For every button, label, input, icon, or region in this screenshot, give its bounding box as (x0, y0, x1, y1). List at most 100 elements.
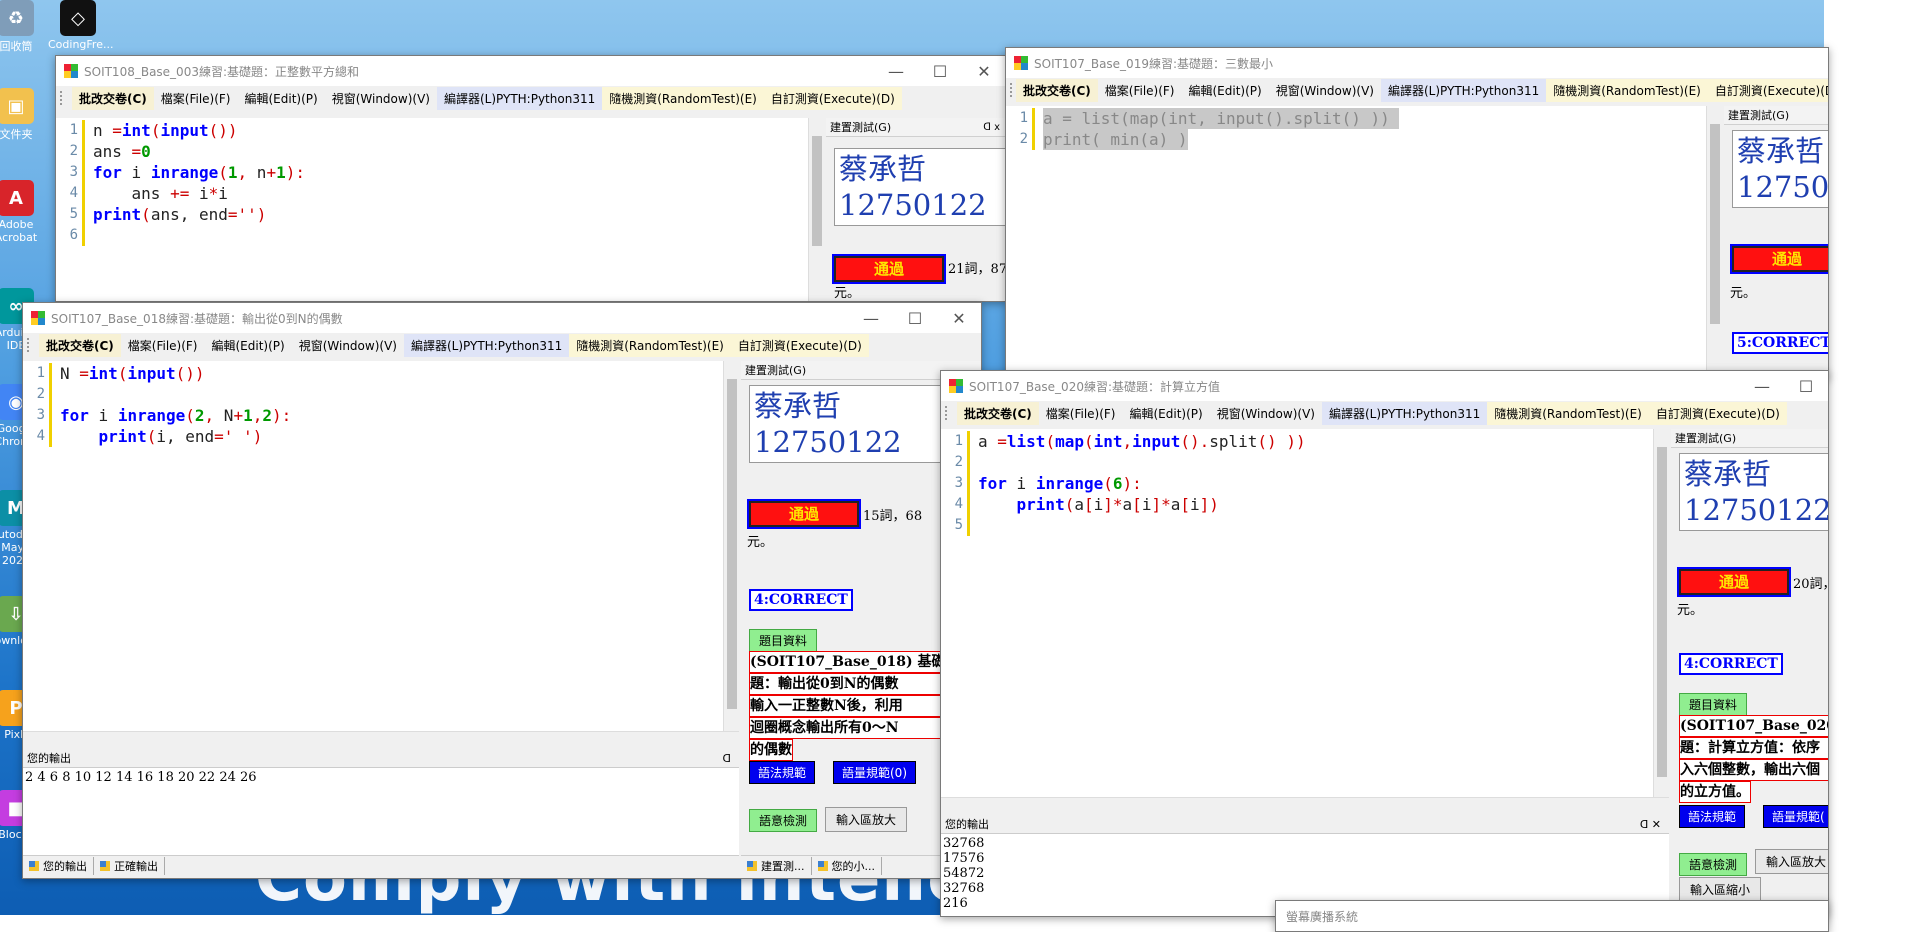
maximize-icon[interactable]: ☐ (893, 309, 937, 328)
editor-scrollbar[interactable] (1653, 429, 1670, 797)
stats-text-2: 元。 (747, 535, 774, 550)
menu-execute[interactable]: 自訂測資(Execute)(D) (1707, 78, 1828, 102)
menu-edit[interactable]: 編輯(Edit)(P) (205, 334, 292, 357)
tab-correct-output[interactable]: 正確輸出 (94, 857, 165, 875)
title-bar[interactable]: SOIT108_Base_003練習:基礎題：正整數平方總和 — ☐ ✕ (56, 56, 1006, 86)
output-panel: 您的輸出 ᗡ 2 4 6 8 10 12 14 16 18 20 22 24 26 (23, 749, 739, 855)
desktop-icon[interactable]: ♻ 回收筒 (0, 0, 46, 54)
minimize-icon[interactable]: — (874, 62, 918, 81)
desktop-icon[interactable]: AAdobe Acrobat (0, 180, 46, 244)
title-bar[interactable]: SOIT107_Base_019練習:基礎題：三數最小 (1006, 48, 1828, 78)
menu-compiler[interactable]: 編譯器(L)PYTH:Python311 (1321, 401, 1488, 425)
enlarge-input-button[interactable]: 輸入區放大 (825, 807, 908, 832)
code-editor[interactable]: 1N = int(input()) 2 3 for i in range(2, N… (23, 361, 723, 733)
window-title: 螢幕廣播系統 (1286, 909, 1359, 924)
menu-compiler[interactable]: 編譯器(L)PYTH:Python311 (1380, 78, 1547, 102)
output-text: 2 4 6 8 10 12 14 16 18 20 22 24 26 (25, 770, 257, 785)
code-editor[interactable]: 1a = list(map(int, input (). split() )) 2 … (941, 429, 1653, 799)
tab-your-output[interactable]: 您的輸出 (23, 857, 94, 875)
editor-scrollbar[interactable] (808, 118, 825, 301)
desktop-icon[interactable]: ▣ 文件夹 (0, 88, 46, 142)
semantic-check-button[interactable]: 語意檢測 (1679, 853, 1748, 876)
student-name: 蔡承哲 (754, 389, 842, 423)
menu-batch-submit[interactable]: 批改交卷(C) (39, 333, 121, 357)
menu-random-test[interactable]: 隨機測資(RandomTest)(E) (602, 86, 764, 110)
correct-badge: 4:CORRECT (749, 589, 853, 611)
window-base-003: SOIT108_Base_003練習:基礎題：正整數平方總和 — ☐ ✕ 批改交… (55, 55, 1007, 302)
close-icon[interactable]: ✕ (962, 62, 1006, 81)
window-screen-broadcast: 螢幕廣播系統 (1275, 900, 1829, 932)
window-title: SOIT107_Base_020練習:基礎題：計算立方值 (969, 379, 1221, 394)
menu-random-test[interactable]: 隨機測資(RandomTest)(E) (569, 333, 731, 357)
title-bar[interactable]: 螢幕廣播系統 (1276, 901, 1828, 931)
menu-window[interactable]: 視窗(Window)(V) (325, 87, 437, 110)
problem-data-button[interactable]: 題目資料 (749, 629, 818, 652)
student-name-box: 蔡承哲 12750122 (749, 385, 959, 463)
minimize-icon[interactable]: — (849, 309, 893, 328)
pin-icon[interactable]: ᗡ x (983, 122, 1000, 133)
menu-random-test[interactable]: 隨機測資(RandomTest)(E) (1546, 78, 1708, 102)
menu-batch-submit[interactable]: 批改交卷(C) (957, 401, 1039, 425)
stats-text: 21詞，87字 (948, 262, 1006, 277)
student-id: 12750122 (754, 425, 902, 459)
tab-your-small[interactable]: 您的小... (812, 857, 882, 875)
enlarge-input-button[interactable]: 輸入區放大 (1755, 849, 1828, 874)
code-editor[interactable]: 1a = list(map(int, input().split() )) 2p… (1006, 106, 1706, 378)
syntax-rules-button[interactable]: 語法規範 (1679, 805, 1746, 828)
student-name-box: 蔡承哲 12750122 (1679, 453, 1828, 531)
desktop-icon-label: CodingFre... (48, 38, 114, 51)
menu-random-test[interactable]: 隨機測資(RandomTest)(E) (1487, 401, 1649, 425)
editor-hscrollbar[interactable] (941, 797, 1669, 814)
menu-file[interactable]: 檔案(File)(F) (1039, 402, 1123, 425)
maximize-icon[interactable]: ☐ (1784, 377, 1828, 396)
editor-hscrollbar[interactable] (23, 731, 739, 748)
quantity-rules-button[interactable]: 語量規範(0) (833, 761, 916, 784)
menu-window[interactable]: 視窗(Window)(V) (1269, 79, 1381, 102)
minimize-icon[interactable]: — (1740, 377, 1784, 396)
problem-data-button[interactable]: 題目資料 (1679, 693, 1748, 716)
menu-window[interactable]: 視窗(Window)(V) (292, 334, 404, 357)
quantity-rules-button[interactable]: 語量規範( (1763, 805, 1828, 828)
desktop-icon-label: 回收筒 (0, 40, 33, 53)
menu-window[interactable]: 視窗(Window)(V) (1210, 402, 1322, 425)
menu-execute[interactable]: 自訂測資(Execute)(D) (763, 86, 902, 110)
menu-compiler[interactable]: 編譯器(L)PYTH:Python311 (403, 333, 570, 357)
menu-edit[interactable]: 編輯(Edit)(P) (1123, 402, 1210, 425)
tab-build-test[interactable]: 建置測... (741, 857, 812, 875)
student-name-box: 蔡承哲 12750122 (1732, 130, 1828, 208)
semantic-check-button[interactable]: 語意檢測 (749, 809, 818, 832)
menu-batch-submit[interactable]: 批改交卷(C) (72, 86, 154, 110)
menu-edit[interactable]: 編輯(Edit)(P) (238, 87, 325, 110)
editor-scrollbar[interactable] (1706, 106, 1723, 378)
output-title: 您的輸出 (27, 752, 71, 765)
menu-compiler[interactable]: 編譯器(L)PYTH:Python311 (436, 86, 603, 110)
menu-execute[interactable]: 自訂測資(Execute)(D) (730, 333, 869, 357)
menu-file[interactable]: 檔案(File)(F) (121, 334, 205, 357)
maximize-icon[interactable]: ☐ (918, 62, 962, 81)
menu-grip (945, 406, 953, 420)
menu-edit[interactable]: 編輯(Edit)(P) (1182, 79, 1269, 102)
stats-text-2: 元。 (1677, 603, 1704, 618)
menu-file[interactable]: 檔案(File)(F) (1098, 79, 1182, 102)
pin-icon[interactable]: ᗡ ✕ (1640, 818, 1661, 831)
code-editor[interactable]: 1n = int(input()) 2 ans = 0 3 for i in ran… (56, 118, 808, 301)
desktop-icon[interactable]: ◇ CodingFre... (48, 0, 114, 51)
syntax-rules-button[interactable]: 語法規範 (749, 761, 816, 784)
stats-text-2: 元。 (834, 286, 861, 301)
pin-icon[interactable]: ᗡ (723, 752, 731, 765)
app-icon (31, 311, 45, 325)
menu-batch-submit[interactable]: 批改交卷(C) (1016, 78, 1098, 102)
window-base-019: SOIT107_Base_019練習:基礎題：三數最小 批改交卷(C) 檔案(F… (1005, 47, 1829, 379)
student-name: 蔡承哲 (1684, 457, 1772, 491)
title-bar[interactable]: SOIT107_Base_018練習:基礎題：輸出從0到N的偶數 — ☐ ✕ (23, 303, 981, 333)
desktop-app-icon: ◇ (60, 0, 96, 36)
title-bar[interactable]: SOIT107_Base_020練習:基礎題：計算立方值 — ☐ (941, 371, 1828, 401)
student-name: 蔡承哲 (839, 152, 927, 186)
menu-grip (1010, 83, 1012, 97)
editor-scrollbar[interactable] (723, 361, 740, 731)
menu-file[interactable]: 檔案(File)(F) (154, 87, 238, 110)
menu-execute[interactable]: 自訂測資(Execute)(D) (1648, 401, 1787, 425)
shrink-input-button[interactable]: 輸入區縮小 (1679, 877, 1762, 902)
bottom-tabs: 您的輸出 正確輸出 (23, 855, 739, 876)
close-icon[interactable]: ✕ (937, 309, 981, 328)
